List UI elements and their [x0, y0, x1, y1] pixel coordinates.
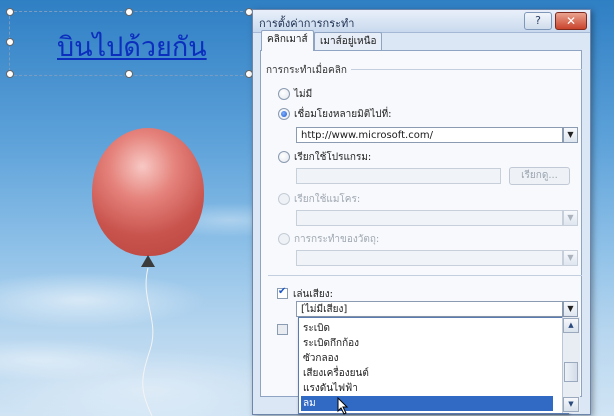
dropdown-scrollbar[interactable]: ▲ ▼ — [562, 317, 580, 413]
chevron-down-icon[interactable]: ▼ — [563, 127, 578, 143]
scroll-thumb[interactable] — [564, 362, 578, 382]
list-item[interactable]: ซัวกลอง — [301, 351, 338, 366]
hyperlink-select[interactable]: http://www.microsoft.com/ — [296, 127, 563, 143]
radio-object-action-label: การกระทำของวัตถุ: — [294, 234, 380, 245]
chevron-down-icon[interactable]: ▼ — [563, 250, 578, 266]
list-item[interactable]: เสียงเครื่องยนต์ — [301, 366, 369, 381]
radio-run-program-label: เรียกใช้โปรแกรม: — [294, 152, 372, 163]
group-label: การกระทำเมื่อคลิก — [266, 63, 351, 78]
radio-hyperlink-label: เชื่อมโยงหลายมิติไปที่: — [294, 109, 392, 120]
run-program-input[interactable] — [296, 168, 501, 184]
sound-select[interactable]: [ไม่มีเสียง] — [296, 301, 563, 317]
object-action-select[interactable] — [296, 250, 563, 266]
scroll-down-icon[interactable]: ▼ — [563, 397, 579, 412]
chevron-down-icon[interactable]: ▼ — [563, 210, 578, 226]
radio-object-action[interactable] — [278, 233, 290, 245]
highlight-click-checkbox[interactable] — [277, 324, 288, 335]
close-button[interactable]: ✕ — [555, 12, 587, 30]
section-divider — [268, 275, 582, 276]
scroll-up-icon[interactable]: ▲ — [563, 318, 579, 333]
play-sound-checkbox[interactable] — [277, 286, 288, 299]
list-item[interactable]: ระเบิด — [301, 321, 330, 336]
browse-button[interactable]: เรียกดู... — [509, 167, 570, 185]
mouse-cursor-icon — [337, 397, 349, 415]
help-button[interactable]: ? — [524, 12, 552, 30]
radio-run-program[interactable] — [278, 151, 290, 163]
play-sound-label: เล่นเสียง: — [293, 289, 334, 300]
list-item[interactable]: แรงดันไฟฟ้า — [301, 381, 358, 396]
radio-none-label: ไม่มี — [294, 89, 313, 100]
balloon-string — [142, 267, 154, 416]
chevron-down-icon[interactable]: ▼ — [563, 301, 578, 317]
radio-run-macro-label: เรียกใช้แมโคร: — [294, 194, 361, 205]
tab-mouse-click[interactable]: คลิกเมาส์ — [261, 30, 314, 51]
list-item[interactable]: ระเบิดกึกก้อง — [301, 336, 359, 351]
radio-run-macro[interactable] — [278, 193, 290, 205]
macro-select[interactable] — [296, 210, 563, 226]
radio-none[interactable] — [278, 88, 290, 100]
radio-hyperlink[interactable] — [278, 108, 290, 120]
tab-mouse-over[interactable]: เมาส์อยู่เหนือ — [314, 32, 383, 51]
